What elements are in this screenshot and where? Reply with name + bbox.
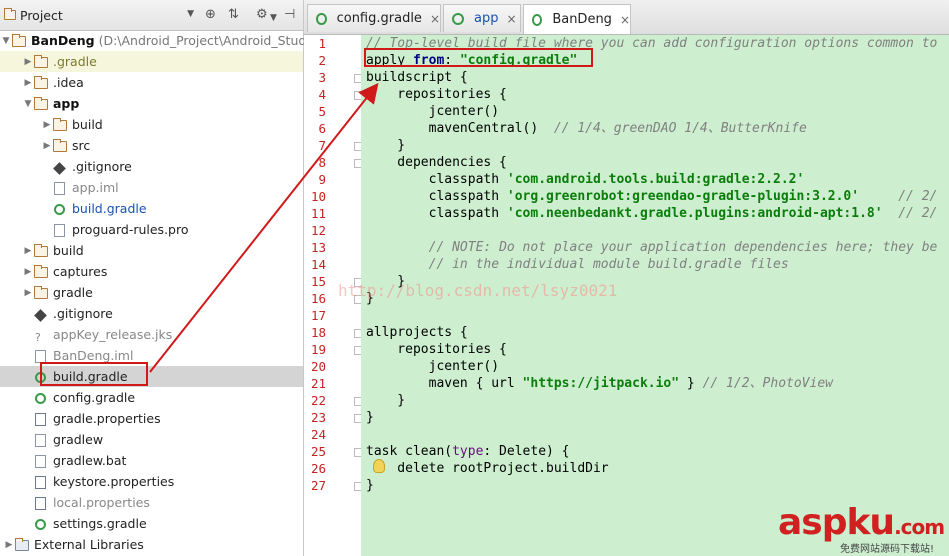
annotation-arrow [149, 82, 379, 373]
aspku-logo-subtitle: 免费网站源码下载站! [840, 544, 935, 555]
aspku-logo: aspku.com [778, 502, 945, 543]
